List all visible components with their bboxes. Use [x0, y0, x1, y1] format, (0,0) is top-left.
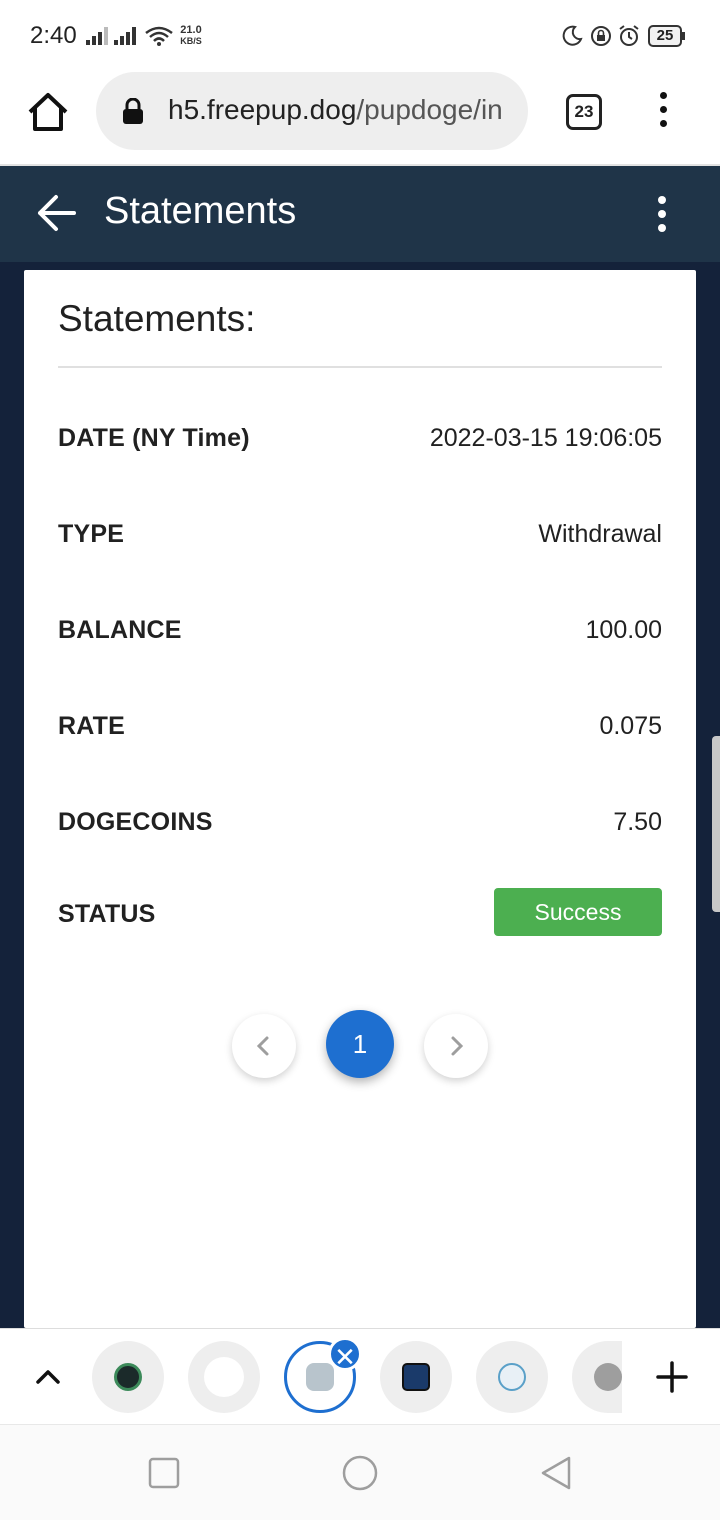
statement-row-rate: RATE 0.075: [58, 704, 662, 752]
tab-thumbnail[interactable]: [92, 1341, 164, 1413]
more-options-icon[interactable]: [648, 192, 678, 236]
url-path: /pupdoge/in: [356, 94, 503, 125]
site-favicon: [114, 1363, 142, 1391]
scrollbar[interactable]: [712, 736, 720, 912]
statement-row-type: TYPE Withdrawal: [58, 512, 662, 560]
tab-strip: ✕: [0, 1328, 720, 1424]
moon-icon: [562, 25, 583, 46]
back-arrow-icon[interactable]: [36, 192, 78, 234]
address-bar[interactable]: h5.freepup.dog/pupdoge/in: [96, 72, 528, 150]
row-label: STATUS: [58, 900, 156, 928]
statement-heading: Statements:: [58, 298, 256, 339]
page-background: Statements: DATE (NY Time) 2022-03-15 19…: [0, 262, 720, 1328]
site-favicon: [594, 1363, 622, 1391]
network-speed-value: 21.0: [180, 24, 202, 36]
back-nav-icon[interactable]: [538, 1455, 574, 1491]
row-label: RATE: [58, 712, 125, 740]
status-bar: 2:40 21.0 KB/S 25: [0, 0, 720, 72]
site-favicon: [204, 1357, 244, 1397]
statement-card: Statements: DATE (NY Time) 2022-03-15 19…: [24, 270, 696, 1328]
row-value: 100.00: [585, 616, 662, 644]
pagination: 1: [24, 1008, 696, 1088]
chevron-right-icon: [451, 1036, 464, 1056]
row-value: 7.50: [613, 808, 662, 836]
signal-icon: [114, 27, 136, 45]
prev-page-button[interactable]: [232, 1014, 296, 1078]
signal-icon: [86, 27, 108, 45]
row-label: DOGECOINS: [58, 808, 213, 836]
new-tab-icon[interactable]: [656, 1361, 688, 1393]
row-label: TYPE: [58, 520, 125, 548]
row-value: 0.075: [599, 712, 662, 740]
tab-thumbnail[interactable]: [476, 1341, 548, 1413]
url-text: h5.freepup.dog/pupdoge/in: [168, 94, 510, 126]
tab-switcher-button[interactable]: 23: [566, 94, 602, 130]
statement-row-status: STATUS Success: [58, 888, 662, 936]
tab-thumbnail[interactable]: [188, 1341, 260, 1413]
wifi-icon: [145, 26, 173, 46]
rotation-lock-icon: [591, 26, 611, 46]
network-speed-unit: KB/S: [180, 36, 202, 46]
next-page-button[interactable]: [424, 1014, 488, 1078]
divider: [58, 366, 662, 368]
tab-thumbnail[interactable]: [380, 1341, 452, 1413]
chevron-left-icon: [256, 1036, 269, 1056]
alarm-icon: [619, 25, 639, 46]
browser-toolbar: h5.freepup.dog/pupdoge/in 23: [0, 72, 720, 166]
status-time: 2:40: [30, 22, 77, 49]
app-header: Statements: [0, 166, 720, 262]
status-badge: Success: [494, 888, 662, 936]
close-tab-icon[interactable]: ✕: [328, 1337, 362, 1372]
lock-icon: [123, 98, 143, 124]
recents-icon[interactable]: [146, 1455, 182, 1491]
statement-row-balance: BALANCE 100.00: [58, 608, 662, 656]
site-favicon: [498, 1363, 526, 1391]
site-favicon: [402, 1363, 430, 1391]
system-nav-bar: [0, 1424, 720, 1520]
home-icon[interactable]: [26, 90, 70, 134]
row-label: BALANCE: [58, 616, 182, 644]
statement-row-dogecoins: DOGECOINS 7.50: [58, 800, 662, 848]
home-nav-icon[interactable]: [342, 1455, 378, 1491]
tab-thumbnail[interactable]: [572, 1341, 622, 1413]
battery-level: 25: [656, 27, 674, 44]
url-domain: h5.freepup.dog: [168, 94, 357, 125]
statement-row-date: DATE (NY Time) 2022-03-15 19:06:05: [58, 416, 662, 464]
browser-menu-icon[interactable]: [650, 90, 678, 130]
chevron-up-icon[interactable]: [34, 1365, 62, 1387]
network-speed: 21.0 KB/S: [176, 25, 206, 47]
site-favicon: [306, 1363, 334, 1391]
row-value: Withdrawal: [538, 520, 662, 548]
page-title: Statements: [104, 190, 297, 232]
current-page-button[interactable]: 1: [326, 1010, 394, 1078]
row-label: DATE (NY Time): [58, 424, 250, 452]
row-value: 2022-03-15 19:06:05: [429, 424, 662, 452]
